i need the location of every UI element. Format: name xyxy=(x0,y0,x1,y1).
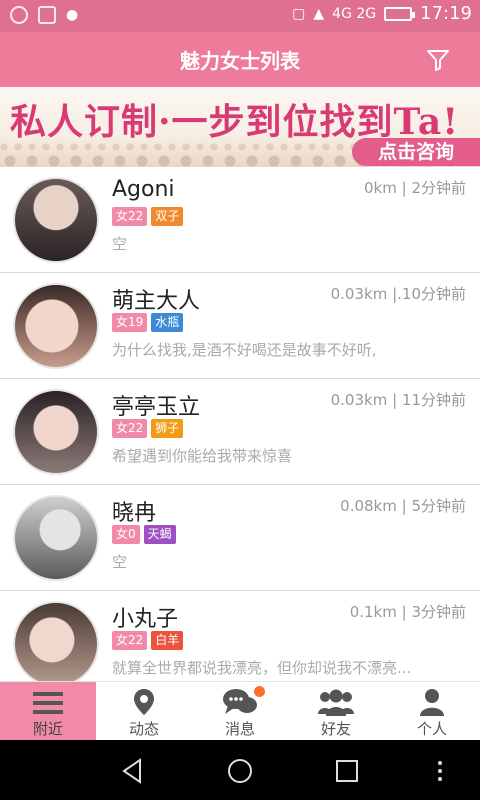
list-item[interactable]: Agoni 0km | 2分钟前 女22 双子 空 xyxy=(0,167,480,273)
person-icon xyxy=(420,689,444,716)
list-item[interactable]: 亭亭玉立 0.03km | 11分钟前 女22 狮子 希望遇到你能给我带来惊喜 xyxy=(0,379,480,485)
tab-label: 动态 xyxy=(128,720,159,738)
gender-age-badge: 女0 xyxy=(112,525,140,544)
back-icon[interactable] xyxy=(120,758,146,784)
notification-icon xyxy=(10,6,28,24)
tab-messages[interactable]: 消息 xyxy=(192,682,288,740)
system-navigation-bar xyxy=(0,740,480,800)
list-item[interactable]: 晓冉 0.08km | 5分钟前 女0 天蝎 空 xyxy=(0,485,480,591)
zodiac-badge: 天蝎 xyxy=(143,525,176,544)
battery-icon xyxy=(384,6,416,21)
menu-icon xyxy=(33,692,63,714)
tab-moments[interactable]: 动态 xyxy=(96,682,192,740)
chat-icon xyxy=(223,689,257,714)
wifi-signal-icon: ▲ xyxy=(313,5,325,22)
tab-nearby[interactable]: 附近 xyxy=(0,682,96,740)
bottom-tab-bar: 附近 动态 消息 好友 个人 xyxy=(0,681,480,740)
user-name: 小丸子 xyxy=(112,607,179,632)
gender-age-badge: 女22 xyxy=(112,207,148,226)
tab-label: 消息 xyxy=(224,720,255,738)
user-signature: 空 xyxy=(112,553,128,571)
unread-badge xyxy=(254,686,265,697)
clock: 17:19 xyxy=(420,3,472,24)
promo-banner[interactable]: 私人订制·一步到位找到Ta! 点击咨询 xyxy=(0,87,480,167)
tab-label: 附近 xyxy=(32,720,63,738)
network-type: 4G 2G xyxy=(332,5,377,22)
zodiac-badge: 双子 xyxy=(151,207,184,226)
avatar[interactable] xyxy=(13,601,99,681)
distance-time: 0km | 2分钟前 xyxy=(364,179,466,197)
recent-apps-icon[interactable] xyxy=(334,758,360,784)
more-options-icon[interactable] xyxy=(430,758,450,784)
user-name: 晓冉 xyxy=(112,501,157,526)
location-pin-icon xyxy=(134,689,154,715)
filter-icon[interactable] xyxy=(426,48,450,72)
distance-time: 0.03km |.10分钟前 xyxy=(330,285,466,303)
gender-age-badge: 女19 xyxy=(112,313,148,332)
user-signature: 空 xyxy=(112,235,128,253)
page-title: 魅力女士列表 xyxy=(180,49,300,73)
vibrate-icon: ▢ xyxy=(292,5,306,22)
user-signature: 为什么找我,是酒不好喝还是故事不好听, xyxy=(112,341,377,359)
user-tags: 女19 水瓶 xyxy=(112,313,184,332)
user-tags: 女0 天蝎 xyxy=(112,525,176,544)
home-icon[interactable] xyxy=(227,758,253,784)
consult-button[interactable]: 点击咨询 xyxy=(352,138,480,166)
user-list: Agoni 0km | 2分钟前 女22 双子 空 萌主大人 0.03km |.… xyxy=(0,167,480,681)
avatar[interactable] xyxy=(13,177,99,263)
gender-age-badge: 女22 xyxy=(112,631,148,650)
friends-icon xyxy=(318,689,354,716)
user-name: Agoni xyxy=(112,177,175,202)
user-tags: 女22 双子 xyxy=(112,207,184,226)
user-tags: 女22 白羊 xyxy=(112,631,184,650)
user-name: 萌主大人 xyxy=(112,289,201,314)
list-item[interactable]: 萌主大人 0.03km |.10分钟前 女19 水瓶 为什么找我,是酒不好喝还是… xyxy=(0,273,480,379)
zodiac-badge: 白羊 xyxy=(151,631,184,650)
distance-time: 0.03km | 11分钟前 xyxy=(330,391,466,409)
status-bar: ● ▢ ▲ 4G 2G 17:19 xyxy=(0,0,480,32)
avatar[interactable] xyxy=(13,389,99,475)
distance-time: 0.1km | 3分钟前 xyxy=(349,603,466,621)
zodiac-badge: 狮子 xyxy=(151,419,184,438)
tab-friends[interactable]: 好友 xyxy=(288,682,384,740)
avatar[interactable] xyxy=(13,495,99,581)
gender-age-badge: 女22 xyxy=(112,419,148,438)
zodiac-badge: 水瓶 xyxy=(151,313,184,332)
tab-label: 好友 xyxy=(320,720,351,738)
tab-label: 个人 xyxy=(416,720,447,738)
user-tags: 女22 狮子 xyxy=(112,419,184,438)
list-item[interactable]: 小丸子 0.1km | 3分钟前 女22 白羊 就算全世界都说我漂亮，但你却说我… xyxy=(0,591,480,681)
image-icon xyxy=(38,6,56,24)
avatar[interactable] xyxy=(13,283,99,369)
wifi-icon: ● xyxy=(66,7,79,23)
title-bar: 魅力女士列表 xyxy=(0,32,480,87)
user-signature: 希望遇到你能给我带来惊喜 xyxy=(112,447,293,465)
tab-profile[interactable]: 个人 xyxy=(384,682,480,740)
user-signature: 就算全世界都说我漂亮，但你却说我不漂亮... xyxy=(112,659,412,677)
user-name: 亭亭玉立 xyxy=(112,395,201,420)
distance-time: 0.08km | 5分钟前 xyxy=(340,497,466,515)
